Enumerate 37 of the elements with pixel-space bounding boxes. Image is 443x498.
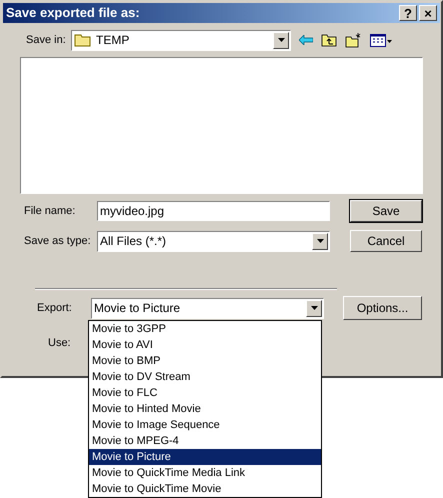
file-name-label: File name: bbox=[24, 204, 76, 219]
window-title: Save exported file as: bbox=[6, 4, 141, 22]
export-label: Export: bbox=[37, 300, 73, 316]
save-as-type-label: Save as type: bbox=[24, 234, 92, 249]
caret-icon bbox=[278, 38, 284, 42]
export-dropdown[interactable]: Movie to Picture bbox=[91, 298, 324, 318]
list-option[interactable]: Movie to Image Sequence bbox=[89, 417, 321, 433]
use-label: Use: bbox=[48, 336, 71, 351]
list-option[interactable]: Movie to FLC bbox=[89, 385, 321, 401]
list-option[interactable]: Movie to Picture bbox=[89, 449, 321, 465]
save-in-dropdown[interactable]: TEMP bbox=[71, 30, 291, 50]
close-button[interactable]: × bbox=[419, 5, 437, 21]
save-as-type-dropdown[interactable]: All Files (*.*) bbox=[97, 230, 330, 252]
dropdown-button[interactable] bbox=[306, 300, 322, 316]
options-button[interactable]: Options... bbox=[343, 296, 422, 320]
back-arrow-icon[interactable] bbox=[299, 35, 313, 45]
up-folder-icon[interactable] bbox=[321, 33, 337, 47]
list-option[interactable]: Movie to QuickTime Movie bbox=[89, 481, 321, 497]
list-option[interactable]: Movie to 3GPP bbox=[89, 321, 321, 337]
list-option[interactable]: Movie to AVI bbox=[89, 337, 321, 353]
cancel-button[interactable]: Cancel bbox=[350, 230, 422, 252]
dropdown-button[interactable] bbox=[312, 232, 328, 250]
list-option[interactable]: Movie to QuickTime Media Link bbox=[89, 465, 321, 481]
file-name-field[interactable]: myvideo.jpg bbox=[97, 201, 330, 221]
list-option[interactable]: Movie to MPEG-4 bbox=[89, 433, 321, 449]
save-in-label: Save in: bbox=[26, 32, 67, 48]
save-button[interactable]: Save bbox=[350, 200, 422, 222]
caret-icon bbox=[310, 306, 318, 310]
dropdown-button[interactable] bbox=[273, 32, 289, 48]
list-option[interactable]: Movie to DV Stream bbox=[89, 369, 321, 385]
new-folder-icon[interactable] bbox=[345, 32, 362, 48]
folder-icon bbox=[74, 33, 92, 47]
view-menu-icon[interactable] bbox=[370, 34, 392, 46]
list-option[interactable]: Movie to BMP bbox=[89, 353, 321, 369]
caret-icon bbox=[316, 239, 324, 243]
list-option[interactable]: Movie to Hinted Movie bbox=[89, 401, 321, 417]
help-button[interactable]: ? bbox=[399, 5, 417, 21]
